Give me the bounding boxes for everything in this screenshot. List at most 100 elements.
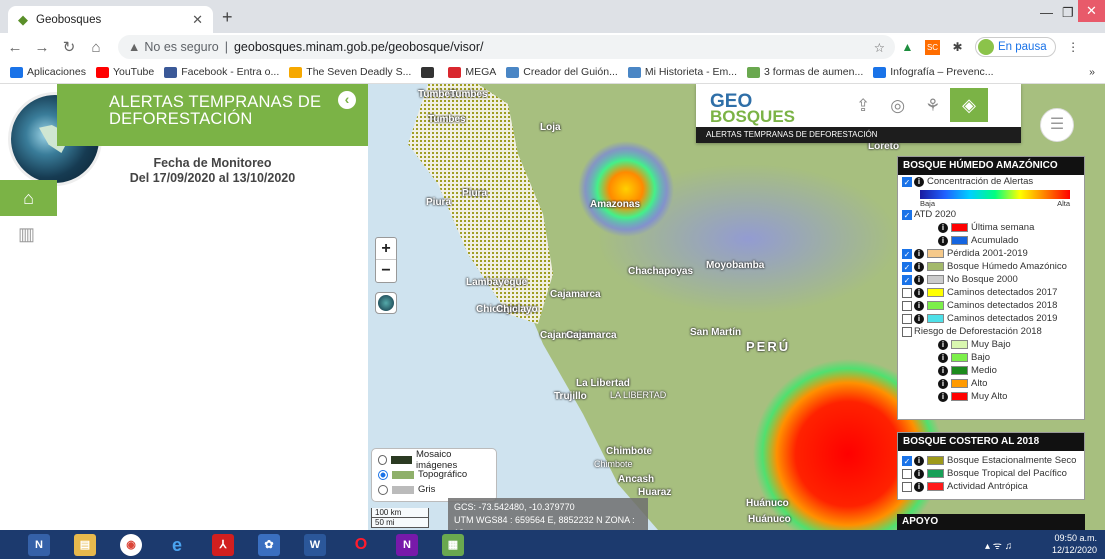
- reload-icon[interactable]: ↻: [57, 38, 81, 56]
- bookmark-item[interactable]: Facebook - Entra o...: [164, 66, 279, 78]
- info-icon[interactable]: i: [914, 176, 924, 187]
- layer-item[interactable]: i Última semana: [898, 221, 1084, 234]
- sc-extension-icon[interactable]: SC: [925, 39, 940, 55]
- checkbox[interactable]: ✓: [902, 248, 912, 259]
- map-viewer[interactable]: Tumbes Tumbes Tumbes Loja Piura Piura Am…: [368, 84, 1105, 530]
- profile-button[interactable]: En pausa: [975, 37, 1056, 57]
- home-icon[interactable]: ⌂: [0, 180, 57, 216]
- onenote-app-icon[interactable]: N: [396, 533, 418, 556]
- minecraft-icon[interactable]: ▦: [442, 533, 464, 556]
- layer-item[interactable]: i Caminos detectados 2019: [898, 312, 1084, 325]
- forward-icon[interactable]: →: [30, 39, 54, 56]
- upload-icon[interactable]: ⇪: [856, 96, 870, 116]
- globe-view-button[interactable]: [375, 292, 397, 314]
- globe-grid-icon[interactable]: ◎: [890, 96, 905, 116]
- bookmark-item[interactable]: Aplicaciones: [10, 66, 86, 78]
- kebab-menu-icon[interactable]: ⋮: [1066, 40, 1081, 55]
- tree-icon[interactable]: ⚘: [925, 96, 940, 116]
- checkbox[interactable]: ✓: [902, 455, 912, 466]
- bookmark-item[interactable]: YouTube: [95, 66, 154, 78]
- close-tab-icon[interactable]: ✕: [192, 12, 203, 28]
- hamburger-menu-icon[interactable]: ☰: [1040, 108, 1074, 142]
- info-icon[interactable]: i: [914, 287, 924, 298]
- layer-item[interactable]: ✓ i Bosque Húmedo Amazónico: [898, 260, 1084, 273]
- chrome-icon[interactable]: ◉: [120, 533, 142, 556]
- layer-item[interactable]: i Muy Bajo: [898, 338, 1084, 351]
- checkbox[interactable]: ✓: [902, 261, 912, 272]
- acrobat-icon[interactable]: ⅄: [212, 533, 234, 556]
- layer-item[interactable]: i Acumulado: [898, 234, 1084, 247]
- checkbox[interactable]: ✓: [902, 274, 912, 285]
- stats-icon[interactable]: ▥: [0, 216, 57, 252]
- info-icon[interactable]: i: [938, 352, 948, 363]
- checkbox[interactable]: [902, 287, 912, 298]
- info-icon[interactable]: i: [938, 391, 948, 402]
- zoom-in-button[interactable]: +: [376, 238, 396, 260]
- home-browser-icon[interactable]: ⌂: [84, 39, 108, 56]
- network-app-icon[interactable]: ✿: [258, 533, 280, 556]
- radio-mosaico[interactable]: [378, 454, 388, 465]
- zoom-out-button[interactable]: −: [376, 260, 396, 282]
- layer-item[interactable]: i Medio: [898, 364, 1084, 377]
- layer-item[interactable]: i Caminos detectados 2018: [898, 299, 1084, 312]
- bookmark-item[interactable]: [421, 66, 438, 78]
- layer-riesgo[interactable]: Riesgo de Deforestación 2018: [898, 325, 1084, 338]
- info-icon[interactable]: i: [938, 339, 948, 350]
- collapse-button[interactable]: ‹: [338, 91, 356, 109]
- info-icon[interactable]: i: [914, 481, 924, 492]
- checkbox[interactable]: ✓: [902, 176, 912, 187]
- tree-extension-icon[interactable]: ▲: [900, 40, 915, 55]
- network-tray-icon[interactable]: ▴ ᯤ ♫: [985, 538, 1012, 552]
- word-icon[interactable]: W: [304, 533, 326, 556]
- checkbox[interactable]: [902, 481, 912, 492]
- bookmark-item[interactable]: The Seven Deadly S...: [289, 66, 411, 78]
- opera-icon[interactable]: O: [350, 534, 372, 556]
- info-icon[interactable]: i: [914, 261, 924, 272]
- layer-item[interactable]: i Caminos detectados 2017: [898, 286, 1084, 299]
- puzzle-extension-icon[interactable]: ✱: [950, 40, 965, 55]
- basemap-option[interactable]: Mosaico imágenes: [378, 449, 490, 471]
- onenote-icon[interactable]: N: [28, 533, 50, 556]
- minimize-icon[interactable]: —: [1040, 5, 1053, 20]
- internet-explorer-icon[interactable]: e: [166, 534, 188, 556]
- more-bookmarks-icon[interactable]: »: [1089, 66, 1095, 78]
- info-icon[interactable]: i: [914, 313, 924, 324]
- layer-item[interactable]: i Muy Alto: [898, 390, 1084, 403]
- browser-tab[interactable]: ◆ Geobosques ✕: [8, 6, 213, 33]
- info-icon[interactable]: i: [914, 455, 924, 466]
- bookmark-item[interactable]: Infografía – Prevenc...: [873, 66, 994, 78]
- close-window-icon[interactable]: ✕: [1078, 0, 1105, 22]
- layer-item[interactable]: ✓ i Bosque Estacionalmente Seco: [898, 454, 1084, 467]
- layer-item[interactable]: i Alto: [898, 377, 1084, 390]
- url-field[interactable]: ▲ No es seguro | geobosques.minam.gob.pe…: [118, 35, 895, 59]
- clock[interactable]: 09:50 a.m. 12/12/2020: [1052, 532, 1097, 556]
- bookmark-item[interactable]: 3 formas de aumen...: [747, 66, 863, 78]
- info-icon[interactable]: i: [938, 235, 948, 246]
- checkbox[interactable]: ✓: [902, 209, 912, 220]
- info-icon[interactable]: i: [938, 365, 948, 376]
- radio-topografico[interactable]: [378, 469, 388, 480]
- layer-concentracion[interactable]: ✓ i Concentración de Alertas: [898, 175, 1084, 188]
- back-icon[interactable]: ←: [3, 39, 27, 56]
- maximize-icon[interactable]: ❐: [1062, 5, 1074, 21]
- checkbox[interactable]: [902, 300, 912, 311]
- layer-item[interactable]: i Bosque Tropical del Pacífico: [898, 467, 1084, 480]
- bookmark-item[interactable]: Mi Historieta - Em...: [627, 66, 737, 78]
- info-icon[interactable]: i: [914, 300, 924, 311]
- bookmark-item[interactable]: Creador del Guión...: [506, 66, 618, 78]
- basemap-option[interactable]: Gris: [378, 482, 490, 497]
- new-tab-button[interactable]: +: [222, 7, 233, 28]
- layers-icon[interactable]: ◈: [950, 88, 988, 122]
- star-icon[interactable]: ☆: [874, 40, 885, 55]
- info-icon[interactable]: i: [914, 248, 924, 259]
- radio-gris[interactable]: [378, 484, 388, 495]
- layer-item[interactable]: ✓ i Pérdida 2001-2019: [898, 247, 1084, 260]
- info-icon[interactable]: i: [914, 274, 924, 285]
- layer-item[interactable]: i Bajo: [898, 351, 1084, 364]
- bookmark-item[interactable]: MEGA: [448, 66, 496, 78]
- checkbox[interactable]: [902, 326, 912, 337]
- info-icon[interactable]: i: [938, 222, 948, 233]
- layer-item[interactable]: ✓ i No Bosque 2000: [898, 273, 1084, 286]
- info-icon[interactable]: i: [914, 468, 924, 479]
- checkbox[interactable]: [902, 468, 912, 479]
